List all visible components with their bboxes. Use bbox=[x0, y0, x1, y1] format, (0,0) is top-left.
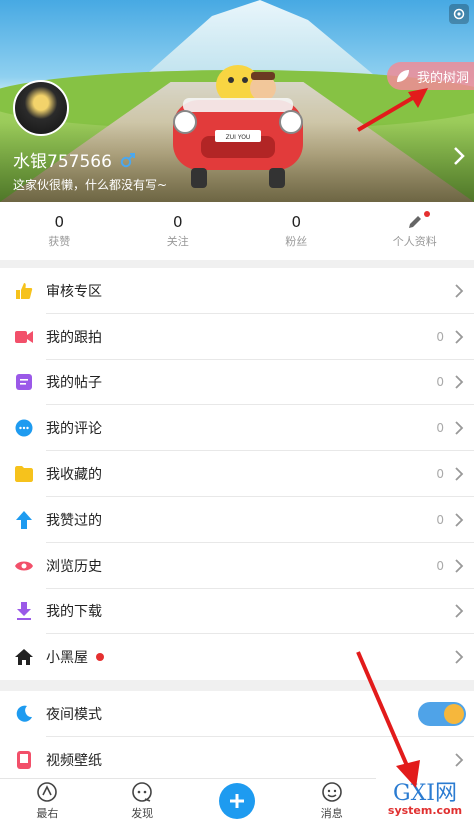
menu-item-posts[interactable]: 我的帖子 0 bbox=[0, 360, 474, 406]
stat-label: 个人资料 bbox=[392, 235, 437, 248]
stats-bar: 0 获赞 0 关注 0 粉丝 个人资料 bbox=[0, 202, 474, 260]
treehole-button[interactable]: 我的树洞 bbox=[387, 62, 474, 90]
video-camera-icon bbox=[14, 327, 34, 347]
chevron-right-icon bbox=[455, 753, 464, 767]
stat-fans[interactable]: 0 粉丝 bbox=[237, 202, 356, 260]
menu-item-comments[interactable]: 我的评论 0 bbox=[0, 405, 474, 451]
menu-item-review[interactable]: 审核专区 bbox=[0, 268, 474, 314]
menu-item-count: 0 bbox=[436, 467, 444, 482]
menu-item-follow-shots[interactable]: 我的跟拍 0 bbox=[0, 314, 474, 360]
menu-item-downloads[interactable]: 我的下载 bbox=[0, 589, 474, 635]
watermark-subtext: system.com bbox=[387, 804, 463, 817]
menu-item-count: 0 bbox=[436, 512, 444, 527]
message-icon bbox=[321, 781, 342, 802]
car-plate-text: ZUI YOU bbox=[226, 134, 251, 141]
thumbs-up-icon bbox=[14, 281, 34, 301]
settings-gear-icon[interactable] bbox=[449, 4, 469, 24]
notification-dot bbox=[96, 653, 104, 662]
stat-label: 关注 bbox=[166, 235, 189, 248]
watermark-logo: GXI网 system.com bbox=[376, 778, 474, 822]
tab-label: 发现 bbox=[131, 806, 154, 820]
menu-item-label: 审核专区 bbox=[46, 283, 102, 300]
download-icon bbox=[14, 601, 34, 621]
car-illustration: ZUI YOU bbox=[173, 65, 303, 188]
settings-list: 夜间模式 视频壁纸 bbox=[0, 691, 474, 783]
chevron-right-icon bbox=[455, 650, 464, 664]
menu-item-favorites[interactable]: 我收藏的 0 bbox=[0, 451, 474, 497]
menu-list: 审核专区 我的跟拍 0 我的帖子 0 我的评论 0 我收藏的 0 我赞过的 0 … bbox=[0, 268, 474, 681]
chevron-right-icon bbox=[455, 467, 464, 481]
menu-item-count: 0 bbox=[436, 375, 444, 390]
menu-item-label: 我的跟拍 bbox=[46, 329, 102, 346]
eye-icon bbox=[14, 556, 34, 576]
arrow-up-icon bbox=[14, 510, 34, 530]
chevron-right-icon bbox=[455, 330, 464, 344]
tab-label: 最右 bbox=[36, 806, 59, 820]
phone-icon bbox=[14, 750, 34, 770]
treehole-label: 我的树洞 bbox=[417, 70, 470, 86]
menu-item-label: 浏览历史 bbox=[46, 558, 102, 575]
username: 水银757566 bbox=[13, 152, 112, 172]
tab-publish[interactable] bbox=[190, 779, 285, 822]
menu-item-history[interactable]: 浏览历史 0 bbox=[0, 543, 474, 589]
settings-item-label: 夜间模式 bbox=[46, 706, 102, 723]
night-mode-row[interactable]: 夜间模式 bbox=[0, 691, 474, 737]
stat-value: 0 bbox=[54, 213, 65, 231]
menu-item-count: 0 bbox=[436, 558, 444, 573]
tab-label: 消息 bbox=[320, 806, 343, 820]
comment-icon bbox=[14, 418, 34, 438]
sun-icon bbox=[444, 703, 464, 724]
stat-profile-edit[interactable]: 个人资料 bbox=[356, 202, 474, 260]
menu-item-count: 0 bbox=[436, 421, 444, 436]
stat-following[interactable]: 0 关注 bbox=[119, 202, 238, 260]
menu-item-label: 我的评论 bbox=[46, 421, 102, 438]
chevron-right-icon bbox=[455, 513, 464, 527]
stat-value: 0 bbox=[172, 213, 183, 231]
menu-item-count: 0 bbox=[436, 329, 444, 344]
watermark-text: GXI网 bbox=[393, 781, 457, 806]
logo-icon bbox=[37, 781, 58, 802]
pencil-icon bbox=[408, 216, 421, 228]
avatar[interactable] bbox=[13, 80, 69, 136]
stat-label: 粉丝 bbox=[285, 235, 308, 248]
notification-dot bbox=[423, 211, 430, 217]
profile-header: ZUI YOU 水银757566 这家伙很懒，什么都没有写~ 我的树洞 bbox=[0, 0, 474, 202]
chevron-right-icon bbox=[455, 284, 464, 298]
username-row[interactable]: 水银757566 bbox=[13, 147, 136, 172]
night-mode-toggle[interactable] bbox=[418, 701, 466, 726]
tab-discover[interactable]: 发现 bbox=[95, 779, 190, 822]
stat-likes[interactable]: 0 获赞 bbox=[0, 202, 119, 260]
menu-item-label: 我赞过的 bbox=[46, 512, 102, 529]
menu-item-label: 我的下载 bbox=[46, 604, 102, 621]
stat-label: 获赞 bbox=[48, 235, 71, 248]
signature-text: 这家伙很懒，什么都没有写~ bbox=[13, 178, 168, 192]
document-icon bbox=[14, 372, 34, 392]
chevron-right-icon bbox=[455, 559, 464, 573]
tab-home[interactable]: 最右 bbox=[0, 779, 95, 822]
chevron-right-icon bbox=[455, 375, 464, 390]
menu-item-label: 我收藏的 bbox=[46, 467, 102, 484]
house-icon bbox=[14, 647, 34, 667]
video-wallpaper-row[interactable]: 视频壁纸 bbox=[0, 737, 474, 783]
moon-icon bbox=[14, 704, 34, 724]
menu-item-label: 小黑屋 bbox=[46, 650, 88, 667]
settings-item-label: 视频壁纸 bbox=[46, 752, 102, 769]
male-icon bbox=[120, 152, 135, 167]
folder-icon bbox=[14, 464, 34, 484]
chevron-right-icon bbox=[455, 421, 464, 435]
plus-icon bbox=[218, 782, 255, 819]
tab-messages[interactable]: 消息 bbox=[284, 779, 379, 822]
stat-value: 0 bbox=[291, 213, 302, 231]
menu-item-liked[interactable]: 我赞过的 0 bbox=[0, 497, 474, 543]
menu-item-label: 我的帖子 bbox=[46, 375, 102, 392]
chevron-right-icon[interactable] bbox=[452, 146, 466, 166]
leaf-icon bbox=[397, 70, 409, 82]
menu-item-blackroom[interactable]: 小黑屋 bbox=[0, 634, 474, 680]
chevron-right-icon bbox=[455, 604, 464, 619]
discover-icon bbox=[132, 781, 152, 802]
